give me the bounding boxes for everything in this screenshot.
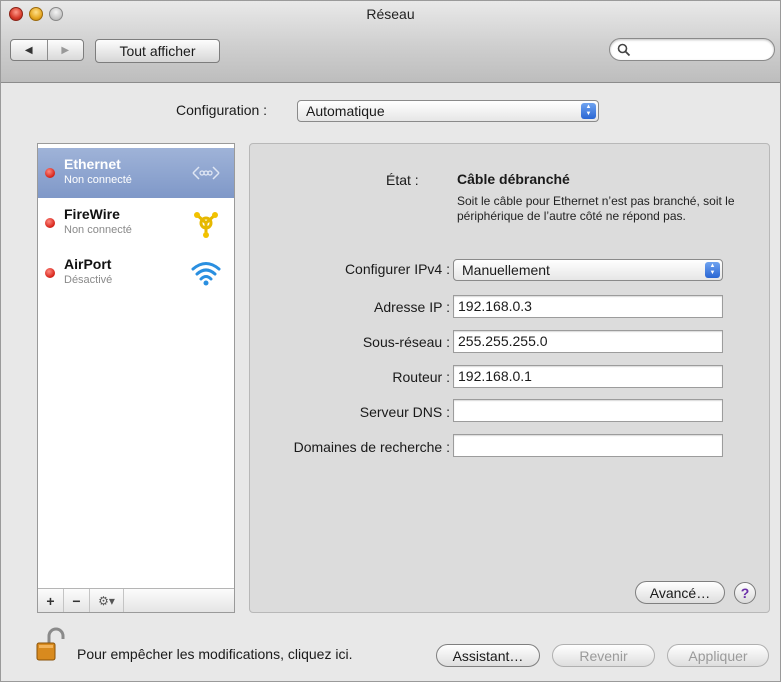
advanced-button[interactable]: Avancé… xyxy=(635,581,725,604)
lock-icon[interactable] xyxy=(35,627,67,663)
network-preferences-window: Réseau ◀ ▶ Tout afficher Configuration :… xyxy=(0,0,781,682)
show-all-button[interactable]: Tout afficher xyxy=(95,39,220,63)
ethernet-icon xyxy=(192,166,220,180)
service-name: Ethernet xyxy=(64,156,121,172)
popup-arrows-icon: ▲ ▼ xyxy=(705,262,720,278)
assistant-button[interactable]: Assistant… xyxy=(436,644,540,667)
search-icon xyxy=(617,43,631,57)
search-domains-label: Domaines de recherche : xyxy=(293,439,450,455)
status-description: Soit le câble pour Ethernet n’est pas br… xyxy=(457,194,735,223)
ipv4-value: Manuellement xyxy=(462,262,550,278)
help-button[interactable]: ? xyxy=(734,582,756,604)
service-item-firewire[interactable]: FireWire Non connecté xyxy=(38,198,234,248)
ipv4-label: Configurer IPv4 : xyxy=(344,261,450,277)
service-name: AirPort xyxy=(64,256,112,272)
search-domains-field[interactable] xyxy=(453,434,723,457)
apply-button[interactable]: Appliquer xyxy=(667,644,769,667)
service-item-airport[interactable]: AirPort Désactivé xyxy=(38,248,234,298)
subnet-label: Sous-réseau : xyxy=(362,334,450,350)
status-label: État : xyxy=(386,172,419,188)
search-input[interactable] xyxy=(609,38,775,61)
remove-service-button[interactable]: − xyxy=(64,589,90,612)
revert-button[interactable]: Revenir xyxy=(552,644,655,667)
gear-menu-button[interactable]: ⚙▾ xyxy=(90,589,124,612)
forward-button[interactable]: ▶ xyxy=(46,40,84,60)
dns-server-field[interactable] xyxy=(453,399,723,422)
firewire-icon xyxy=(194,212,218,238)
wifi-icon xyxy=(191,262,221,286)
dns-server-label: Serveur DNS : xyxy=(359,404,450,420)
status-dot-icon xyxy=(45,218,55,228)
popup-arrows-icon: ▲ ▼ xyxy=(581,103,596,119)
status-value: Câble débranché xyxy=(457,171,570,187)
service-name: FireWire xyxy=(64,206,120,222)
back-forward-control: ◀ ▶ xyxy=(10,39,84,61)
back-button[interactable]: ◀ xyxy=(11,40,47,60)
service-status: Non connecté xyxy=(64,174,132,186)
configuration-label: Configuration : xyxy=(176,102,268,118)
service-item-ethernet[interactable]: Ethernet Non connecté xyxy=(38,148,234,198)
subnet-field[interactable]: 255.255.255.0 xyxy=(453,330,723,353)
router-label: Routeur : xyxy=(392,369,450,385)
service-status: Désactivé xyxy=(64,274,113,286)
ip-address-field[interactable]: 192.168.0.3 xyxy=(453,295,723,318)
configuration-popup[interactable]: Automatique ▲ ▼ xyxy=(297,100,599,122)
router-field[interactable]: 192.168.0.1 xyxy=(453,365,723,388)
window-title: Réseau xyxy=(366,6,415,22)
lock-message: Pour empêcher les modifications, cliquez… xyxy=(77,646,353,662)
service-status: Non connecté xyxy=(64,224,132,236)
add-service-button[interactable]: + xyxy=(38,589,64,612)
status-dot-icon xyxy=(45,168,55,178)
ip-address-label: Adresse IP : xyxy=(373,299,450,315)
service-list: Ethernet Non connecté FireWire Non conne… xyxy=(37,143,235,613)
service-list-toolbar: + − ⚙▾ xyxy=(38,588,234,612)
title-toolbar: Réseau ◀ ▶ Tout afficher xyxy=(1,1,780,83)
configure-ipv4-popup[interactable]: Manuellement ▲ ▼ xyxy=(453,259,723,281)
status-dot-icon xyxy=(45,268,55,278)
configuration-value: Automatique xyxy=(306,103,385,119)
